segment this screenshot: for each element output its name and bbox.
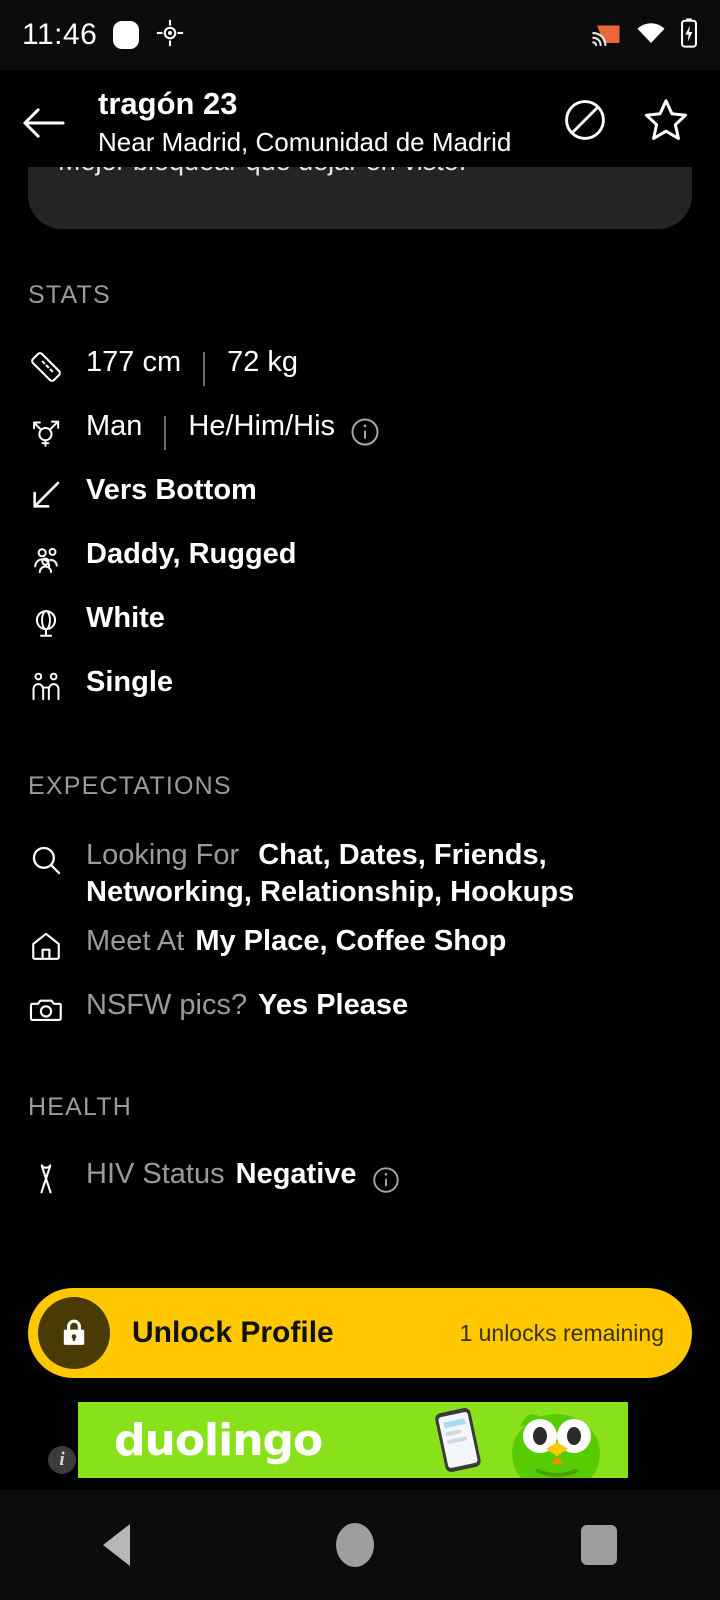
stat-row-measurements: 177 cm 72 kg — [28, 338, 692, 402]
health-hiv-text: HIV Status Negative — [86, 1156, 401, 1193]
message-bubble-container: Mejor bloquear que dejar en visto. — [0, 167, 720, 229]
stat-row-tribes: Daddy, Rugged — [28, 530, 692, 594]
nsfw-value: Yes Please — [258, 989, 409, 1022]
transgender-icon — [28, 413, 64, 449]
back-button[interactable] — [22, 106, 78, 140]
unlock-profile-label: Unlock Profile — [132, 1316, 334, 1349]
block-icon — [565, 100, 605, 140]
duolingo-ad-banner[interactable]: duolingo — [78, 1402, 628, 1478]
stat-ethnicity-value: White — [86, 602, 165, 634]
stat-row-ethnicity: White — [28, 594, 692, 658]
home-icon — [28, 928, 64, 964]
profile-name: tragón 23 — [98, 86, 238, 122]
expectation-looking-for-text: Looking For Chat, Dates, Friends, Networ… — [86, 837, 692, 911]
expectation-row-looking-for: Looking For Chat, Dates, Friends, Networ… — [28, 831, 692, 917]
message-bubble-text: Mejor bloquear que dejar en visto. — [58, 167, 662, 179]
expectation-row-nsfw: NSFW pics? Yes Please — [28, 981, 692, 1045]
meet-at-value: My Place, Coffee Shop — [195, 925, 507, 958]
stat-tribes-value: Daddy, Rugged — [86, 538, 297, 570]
back-arrow-icon — [23, 107, 65, 138]
info-icon — [351, 418, 379, 446]
expectations-section-label: EXPECTATIONS — [28, 772, 232, 800]
stat-position-value: Vers Bottom — [86, 474, 257, 506]
system-navigation-bar — [0, 1490, 720, 1600]
nsfw-label: NSFW pics? — [86, 989, 248, 1022]
ruler-icon — [28, 349, 64, 385]
info-icon — [372, 1167, 399, 1193]
stat-row-relationship: Single — [28, 658, 692, 722]
stat-height-value: 177 cm — [86, 346, 182, 378]
stat-row-position: Vers Bottom — [28, 466, 692, 530]
block-button[interactable] — [562, 97, 608, 148]
battery-charging-icon — [680, 17, 698, 53]
profile-location: Near Madrid, Comunidad de Madrid — [98, 126, 512, 157]
hiv-info-button[interactable] — [371, 1165, 401, 1195]
health-section-label: HEALTH — [28, 1093, 132, 1122]
health-rows: HIV Status Negative — [0, 1150, 720, 1214]
lock-badge — [38, 1297, 110, 1369]
profile-header: tragón 23 Near Madrid, Comunidad de Madr… — [0, 70, 720, 175]
pronouns-info-button[interactable] — [349, 416, 381, 448]
status-bar-right — [592, 17, 698, 53]
cast-icon — [592, 20, 622, 51]
nav-home-icon[interactable] — [336, 1523, 375, 1567]
nav-back-icon[interactable] — [103, 1524, 131, 1566]
notification-dot-icon — [113, 21, 140, 49]
unlock-section: Unlock Profile 1 unlocks remaining — [0, 1288, 720, 1378]
stat-divider — [164, 415, 167, 450]
stats-rows: 177 cm 72 kg Man He/Him/His Vers Bottom … — [0, 338, 720, 722]
location-crosshair-icon — [155, 18, 185, 53]
unlock-profile-button[interactable]: Unlock Profile 1 unlocks remaining — [28, 1288, 692, 1378]
expectation-row-meet-at: Meet At My Place, Coffee Shop — [28, 917, 692, 981]
phone-icon — [435, 1408, 481, 1472]
lock-icon — [63, 1319, 85, 1345]
hiv-status-value: Negative — [235, 1158, 357, 1191]
globe-icon — [28, 605, 64, 641]
search-icon — [28, 842, 64, 878]
profile-body: Mejor bloquear que dejar en visto. STATS… — [0, 167, 720, 1214]
status-bar: 11:46 — [0, 0, 720, 70]
phone-screen: 11:46 tragón 23 Near Madrid, Comunidad d… — [0, 0, 720, 1600]
ad-container[interactable]: duolingo i — [0, 1398, 720, 1482]
favorite-button[interactable] — [642, 96, 690, 149]
stat-row-gender: Man He/Him/His — [28, 402, 692, 466]
expectation-meet-at-text: Meet At My Place, Coffee Shop — [86, 923, 506, 960]
star-icon — [644, 99, 688, 140]
owl-mascot-icon — [512, 1414, 600, 1478]
hiv-status-label: HIV Status — [86, 1158, 225, 1191]
meet-at-label: Meet At — [86, 925, 185, 958]
diagonal-arrow-icon — [28, 477, 64, 513]
header-titles: tragón 23 Near Madrid, Comunidad de Madr… — [78, 85, 562, 159]
stat-weight-value: 72 kg — [227, 346, 299, 378]
stat-pronouns-value: He/Him/His — [188, 410, 336, 442]
wifi-icon — [636, 21, 666, 50]
camera-icon — [28, 992, 64, 1028]
expectation-nsfw-text: NSFW pics? Yes Please — [86, 987, 408, 1024]
header-actions — [562, 96, 698, 149]
stats-section-label: STATS — [28, 281, 111, 309]
message-bubble: Mejor bloquear que dejar en visto. — [28, 167, 692, 229]
stat-relationship-value: Single — [86, 666, 174, 698]
stat-measurements-text: 177 cm 72 kg — [86, 344, 299, 386]
duolingo-ad-artwork — [435, 1408, 600, 1478]
duolingo-logo-text: duolingo — [114, 1414, 323, 1466]
stat-gender-text: Man He/Him/His — [86, 408, 381, 450]
people-group-icon — [28, 541, 64, 577]
status-bar-clock: 11:46 — [22, 18, 98, 51]
expectations-rows: Looking For Chat, Dates, Friends, Networ… — [0, 831, 720, 1045]
unlocks-remaining-text: 1 unlocks remaining — [459, 1319, 664, 1346]
ribbon-icon — [28, 1161, 64, 1197]
stat-gender-value: Man — [86, 410, 143, 442]
status-bar-left: 11:46 — [22, 18, 185, 53]
nav-recents-icon[interactable] — [580, 1525, 617, 1565]
ad-info-badge[interactable]: i — [48, 1446, 76, 1474]
looking-for-label: Looking For — [86, 839, 240, 871]
two-people-icon — [28, 669, 64, 705]
health-row-hiv-status: HIV Status Negative — [28, 1150, 692, 1214]
stat-divider — [203, 351, 206, 386]
